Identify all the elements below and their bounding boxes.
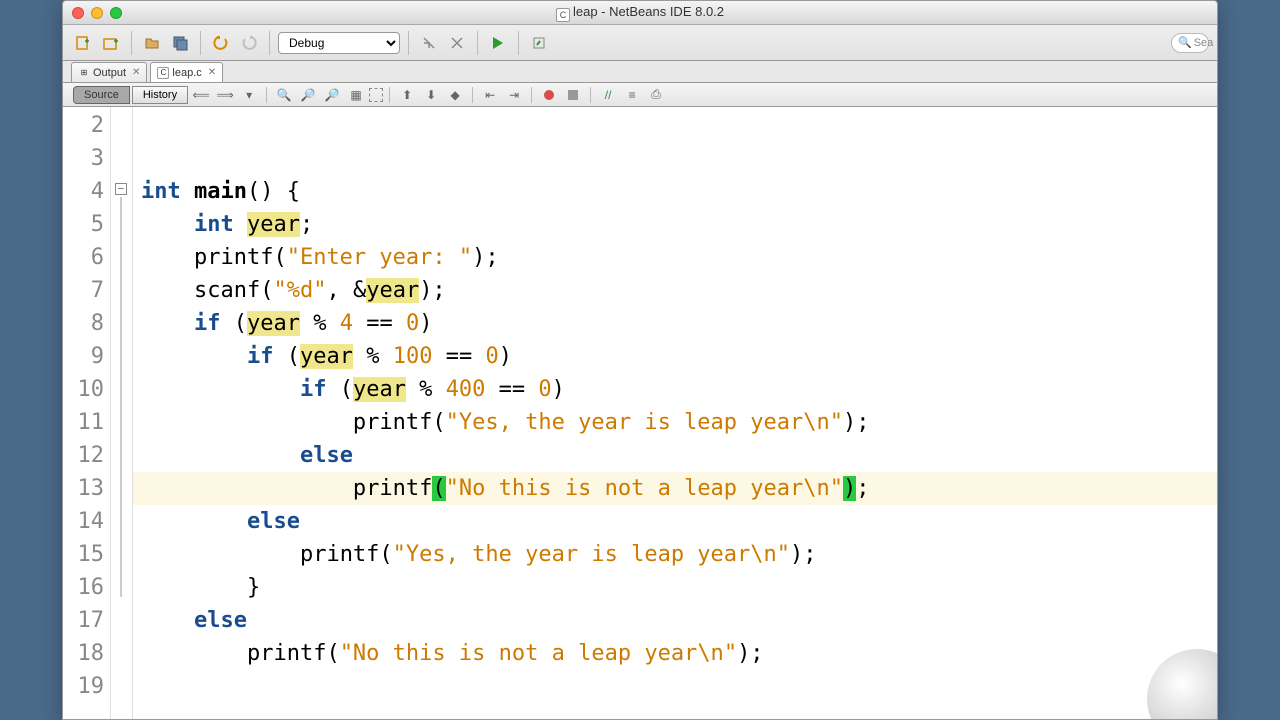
code-line[interactable]: if (year % 4 == 0) bbox=[133, 307, 1217, 340]
code-line[interactable]: else bbox=[133, 505, 1217, 538]
toggle-rect-icon[interactable] bbox=[369, 88, 383, 102]
tab-label: Output bbox=[93, 67, 126, 79]
build-button[interactable] bbox=[417, 31, 441, 55]
close-tab-icon[interactable]: ✕ bbox=[208, 67, 216, 78]
open-button[interactable] bbox=[140, 31, 164, 55]
macro-stop-icon[interactable] bbox=[562, 86, 584, 104]
code-line[interactable]: if (year % 400 == 0) bbox=[133, 373, 1217, 406]
toggle-bookmark-icon[interactable]: ◆ bbox=[444, 86, 466, 104]
undo-button[interactable] bbox=[209, 31, 233, 55]
debug-button[interactable] bbox=[527, 31, 551, 55]
close-icon[interactable] bbox=[72, 7, 84, 19]
zoom-icon[interactable] bbox=[110, 7, 122, 19]
nav-back-icon[interactable]: ⟸ bbox=[190, 86, 212, 104]
minimize-icon[interactable] bbox=[91, 7, 103, 19]
run-button[interactable] bbox=[486, 31, 510, 55]
clean-build-button[interactable] bbox=[445, 31, 469, 55]
tab-output[interactable]: ⊞ Output ✕ bbox=[71, 62, 147, 82]
code-line[interactable]: scanf("%d", &year); bbox=[133, 274, 1217, 307]
code-line[interactable]: printf("No this is not a leap year\n"); bbox=[133, 637, 1217, 670]
code-line[interactable]: printf("Yes, the year is leap year\n"); bbox=[133, 538, 1217, 571]
macro-record-icon[interactable] bbox=[538, 86, 560, 104]
find-prev-icon[interactable]: 🔎 bbox=[297, 86, 319, 104]
find-selection-icon[interactable]: 🔍 bbox=[273, 86, 295, 104]
titlebar: Cleap - NetBeans IDE 8.0.2 bbox=[63, 1, 1217, 25]
c-file-icon: C bbox=[157, 67, 169, 79]
source-view-button[interactable]: Source bbox=[73, 86, 130, 104]
file-type-icon: C bbox=[556, 8, 570, 22]
output-icon: ⊞ bbox=[78, 67, 90, 79]
toggle-highlight-icon[interactable]: ▦ bbox=[345, 86, 367, 104]
new-file-button[interactable] bbox=[71, 31, 95, 55]
window-controls bbox=[63, 7, 122, 19]
history-view-button[interactable]: History bbox=[132, 86, 188, 104]
ide-window: Cleap - NetBeans IDE 8.0.2 Debug 🔍 Sea ⊞… bbox=[62, 0, 1218, 720]
code-line[interactable]: else bbox=[133, 604, 1217, 637]
save-all-button[interactable] bbox=[168, 31, 192, 55]
find-next-icon[interactable]: 🔎 bbox=[321, 86, 343, 104]
tab-label: leap.c bbox=[172, 67, 201, 79]
editor-toolbar: Source History ⟸ ⟹ ▾ 🔍 🔎 🔎 ▦ ⬆ ⬇ ◆ ⇤ ⇥ /… bbox=[63, 83, 1217, 107]
code-line[interactable]: printf("Enter year: "); bbox=[133, 241, 1217, 274]
tab-leap-c[interactable]: C leap.c ✕ bbox=[150, 62, 223, 82]
editor-tabs: ⊞ Output ✕ C leap.c ✕ bbox=[63, 61, 1217, 83]
next-bookmark-icon[interactable]: ⬇ bbox=[420, 86, 442, 104]
code-line[interactable]: if (year % 100 == 0) bbox=[133, 340, 1217, 373]
code-line[interactable]: printf("No this is not a leap year\n"); bbox=[133, 472, 1217, 505]
config-dropdown[interactable]: Debug bbox=[278, 32, 400, 54]
code-area[interactable]: int main() { int year; printf("Enter yea… bbox=[133, 107, 1217, 719]
window-title: Cleap - NetBeans IDE 8.0.2 bbox=[63, 4, 1217, 22]
goto-icon[interactable]: ⎙ bbox=[645, 86, 667, 104]
code-line[interactable] bbox=[133, 670, 1217, 703]
dropdown-icon[interactable]: ▾ bbox=[238, 86, 260, 104]
code-line[interactable] bbox=[133, 109, 1217, 142]
fold-column: − bbox=[111, 107, 133, 719]
comment-icon[interactable]: // bbox=[597, 86, 619, 104]
line-number-gutter: 2345678910111213141516171819 bbox=[63, 107, 111, 719]
code-line[interactable]: printf("Yes, the year is leap year\n"); bbox=[133, 406, 1217, 439]
main-toolbar: Debug 🔍 Sea bbox=[63, 25, 1217, 61]
code-line[interactable]: else bbox=[133, 439, 1217, 472]
code-editor[interactable]: 2345678910111213141516171819 − int main(… bbox=[63, 107, 1217, 719]
close-tab-icon[interactable]: ✕ bbox=[132, 67, 140, 78]
shift-left-icon[interactable]: ⇤ bbox=[479, 86, 501, 104]
search-input[interactable]: 🔍 Sea bbox=[1171, 33, 1209, 53]
nav-fwd-icon[interactable]: ⟹ bbox=[214, 86, 236, 104]
code-line[interactable]: int main() { bbox=[133, 175, 1217, 208]
prev-bookmark-icon[interactable]: ⬆ bbox=[396, 86, 418, 104]
code-line[interactable]: } bbox=[133, 571, 1217, 604]
code-line[interactable]: int year; bbox=[133, 208, 1217, 241]
redo-button[interactable] bbox=[237, 31, 261, 55]
shift-right-icon[interactable]: ⇥ bbox=[503, 86, 525, 104]
code-line[interactable] bbox=[133, 142, 1217, 175]
uncomment-icon[interactable]: ≡ bbox=[621, 86, 643, 104]
new-project-button[interactable] bbox=[99, 31, 123, 55]
fold-toggle-icon[interactable]: − bbox=[115, 183, 127, 195]
